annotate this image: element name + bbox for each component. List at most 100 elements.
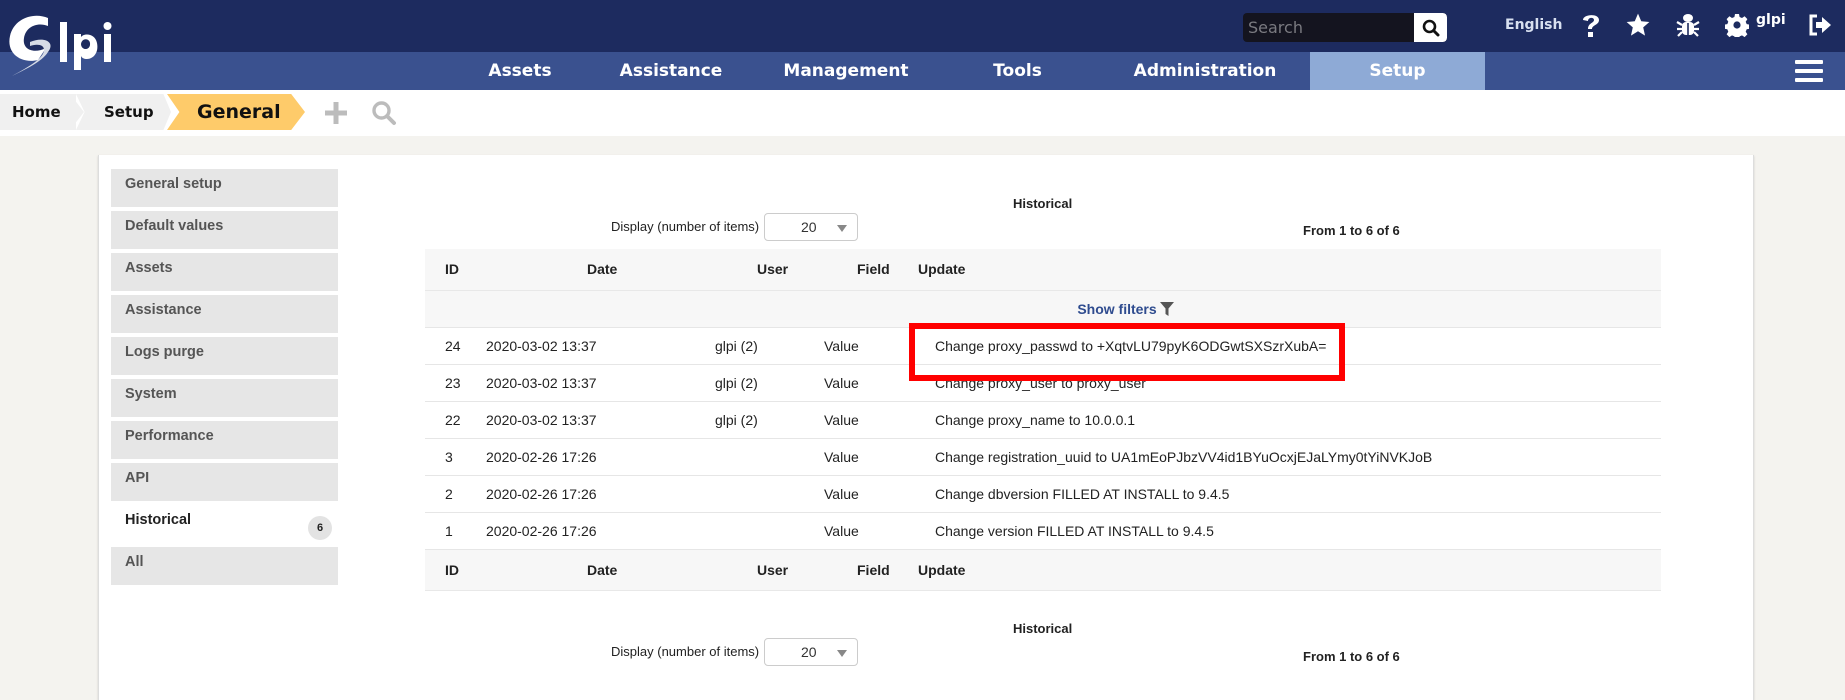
- table-row[interactable]: 2 2020-02-26 17:26 Value Change dbversio…: [425, 475, 1661, 513]
- tab-system[interactable]: System: [111, 379, 338, 417]
- menu-management[interactable]: Management: [757, 52, 935, 90]
- search-button[interactable]: [1414, 13, 1447, 42]
- table-footer-row: ID Date User Field Update: [425, 549, 1661, 591]
- column-header-field[interactable]: Field: [824, 249, 918, 291]
- menu-setup[interactable]: Setup: [1310, 52, 1485, 90]
- cell-field: Value: [824, 401, 918, 439]
- display-count-label: Display (number of items): [611, 219, 760, 234]
- display-count-value: 20: [801, 644, 817, 660]
- chevron-down-icon: [837, 650, 847, 657]
- report-bug-button[interactable]: [1673, 10, 1703, 40]
- column-footer-date[interactable]: Date: [477, 549, 715, 591]
- tab-label: Historical: [125, 512, 192, 528]
- cell-id: 24: [425, 327, 477, 365]
- cell-id: 2: [425, 475, 477, 513]
- cell-date: 2020-02-26 17:26: [477, 438, 715, 476]
- menu-assets[interactable]: Assets: [455, 52, 585, 90]
- hamburger-menu-button[interactable]: [1795, 60, 1823, 84]
- count-badge: 6: [308, 516, 332, 540]
- tab-label: All: [125, 554, 144, 570]
- tab-historical[interactable]: Historical 6: [111, 505, 338, 543]
- cell-user: glpi (2): [715, 364, 824, 402]
- column-header-user[interactable]: User: [715, 249, 824, 291]
- cell-update: Change registration_uuid to UA1mEoPJbzVV…: [918, 438, 1661, 476]
- cell-update: Change proxy_user to proxy_user: [918, 364, 1661, 402]
- column-header-date[interactable]: Date: [477, 249, 715, 291]
- filters-row: Show filters: [425, 290, 1661, 328]
- tab-label: API: [125, 470, 150, 486]
- tab-label: Logs purge: [125, 344, 204, 360]
- tab-label: System: [125, 386, 177, 402]
- table-header-row: ID Date User Field Update: [425, 249, 1661, 291]
- column-footer-update[interactable]: Update: [918, 549, 1661, 591]
- tab-performance[interactable]: Performance: [111, 421, 338, 459]
- column-footer-id[interactable]: ID: [425, 549, 477, 591]
- cell-user: [715, 512, 824, 550]
- column-header-id[interactable]: ID: [425, 249, 477, 291]
- search-icon: [372, 101, 396, 125]
- menu-assistance[interactable]: Assistance: [585, 52, 757, 90]
- tab-all[interactable]: All: [111, 547, 338, 585]
- cell-id: 3: [425, 438, 477, 476]
- search-input[interactable]: [1243, 13, 1413, 42]
- gear-icon: [1725, 14, 1749, 37]
- historical-table: ID Date User Field Update Show filters 2…: [425, 249, 1661, 591]
- cell-field: Value: [824, 327, 918, 365]
- breadcrumb-setup[interactable]: Setup: [76, 94, 171, 130]
- cell-date: 2020-03-02 13:37: [477, 327, 715, 365]
- hamburger-icon: [1795, 60, 1823, 64]
- settings-button[interactable]: [1722, 10, 1752, 40]
- bug-icon: [1676, 14, 1700, 37]
- add-button[interactable]: [323, 100, 349, 126]
- tab-default-values[interactable]: Default values: [111, 211, 338, 249]
- cell-user: [715, 475, 824, 513]
- plus-icon: [325, 102, 347, 124]
- search-icon: [1422, 19, 1439, 36]
- glpi-logo[interactable]: [4, 12, 134, 82]
- search-list-button[interactable]: [371, 100, 397, 126]
- historical-caption-bottom: Historical: [1013, 621, 1073, 636]
- table-row[interactable]: 23 2020-03-02 13:37 glpi (2) Value Chang…: [425, 364, 1661, 402]
- hamburger-icon-line: [1795, 69, 1823, 73]
- cell-date: 2020-02-26 17:26: [477, 512, 715, 550]
- tab-api[interactable]: API: [111, 463, 338, 501]
- breadcrumb-general[interactable]: General: [167, 94, 305, 130]
- column-header-update[interactable]: Update: [918, 249, 1661, 291]
- column-footer-field[interactable]: Field: [824, 549, 918, 591]
- cell-field: Value: [824, 512, 918, 550]
- user-menu[interactable]: glpi: [1756, 12, 1786, 28]
- logout-button[interactable]: [1805, 10, 1835, 40]
- chevron-down-icon: [837, 225, 847, 232]
- cell-user: glpi (2): [715, 327, 824, 365]
- column-footer-user[interactable]: User: [715, 549, 824, 591]
- show-filters-link[interactable]: Show filters: [1077, 300, 1174, 317]
- cell-date: 2020-02-26 17:26: [477, 475, 715, 513]
- show-filters-label: Show filters: [1077, 300, 1157, 317]
- top-bar: [0, 0, 1845, 52]
- hamburger-icon-line: [1795, 78, 1823, 82]
- display-count-select[interactable]: 20: [764, 213, 858, 241]
- menu-administration[interactable]: Administration: [1100, 52, 1310, 90]
- cell-field: Value: [824, 475, 918, 513]
- menu-tools[interactable]: Tools: [935, 52, 1100, 90]
- tab-label: General setup: [125, 176, 222, 192]
- language-selector[interactable]: English: [1505, 17, 1562, 33]
- table-row[interactable]: 22 2020-03-02 13:37 glpi (2) Value Chang…: [425, 401, 1661, 439]
- cell-update: Change proxy_name to 10.0.0.1: [918, 401, 1661, 439]
- favorites-button[interactable]: [1623, 10, 1653, 40]
- star-icon: [1626, 13, 1650, 36]
- tab-assistance[interactable]: Assistance: [111, 295, 338, 333]
- table-row[interactable]: 1 2020-02-26 17:26 Value Change version …: [425, 512, 1661, 550]
- tab-label: Default values: [125, 218, 224, 234]
- table-row[interactable]: 24 2020-03-02 13:37 glpi (2) Value Chang…: [425, 327, 1661, 365]
- table-row[interactable]: 3 2020-02-26 17:26 Value Change registra…: [425, 438, 1661, 476]
- tab-general-setup[interactable]: General setup: [111, 169, 338, 207]
- tab-assets[interactable]: Assets: [111, 253, 338, 291]
- cell-date: 2020-03-02 13:37: [477, 401, 715, 439]
- breadcrumb-home[interactable]: Home: [0, 94, 76, 130]
- tab-logs-purge[interactable]: Logs purge: [111, 337, 338, 375]
- cell-update: Change version FILLED AT INSTALL to 9.4.…: [918, 512, 1661, 550]
- display-count-select-bottom[interactable]: 20: [764, 638, 858, 666]
- pagination-count: From 1 to 6 of 6: [1303, 223, 1400, 238]
- help-button[interactable]: [1576, 10, 1606, 40]
